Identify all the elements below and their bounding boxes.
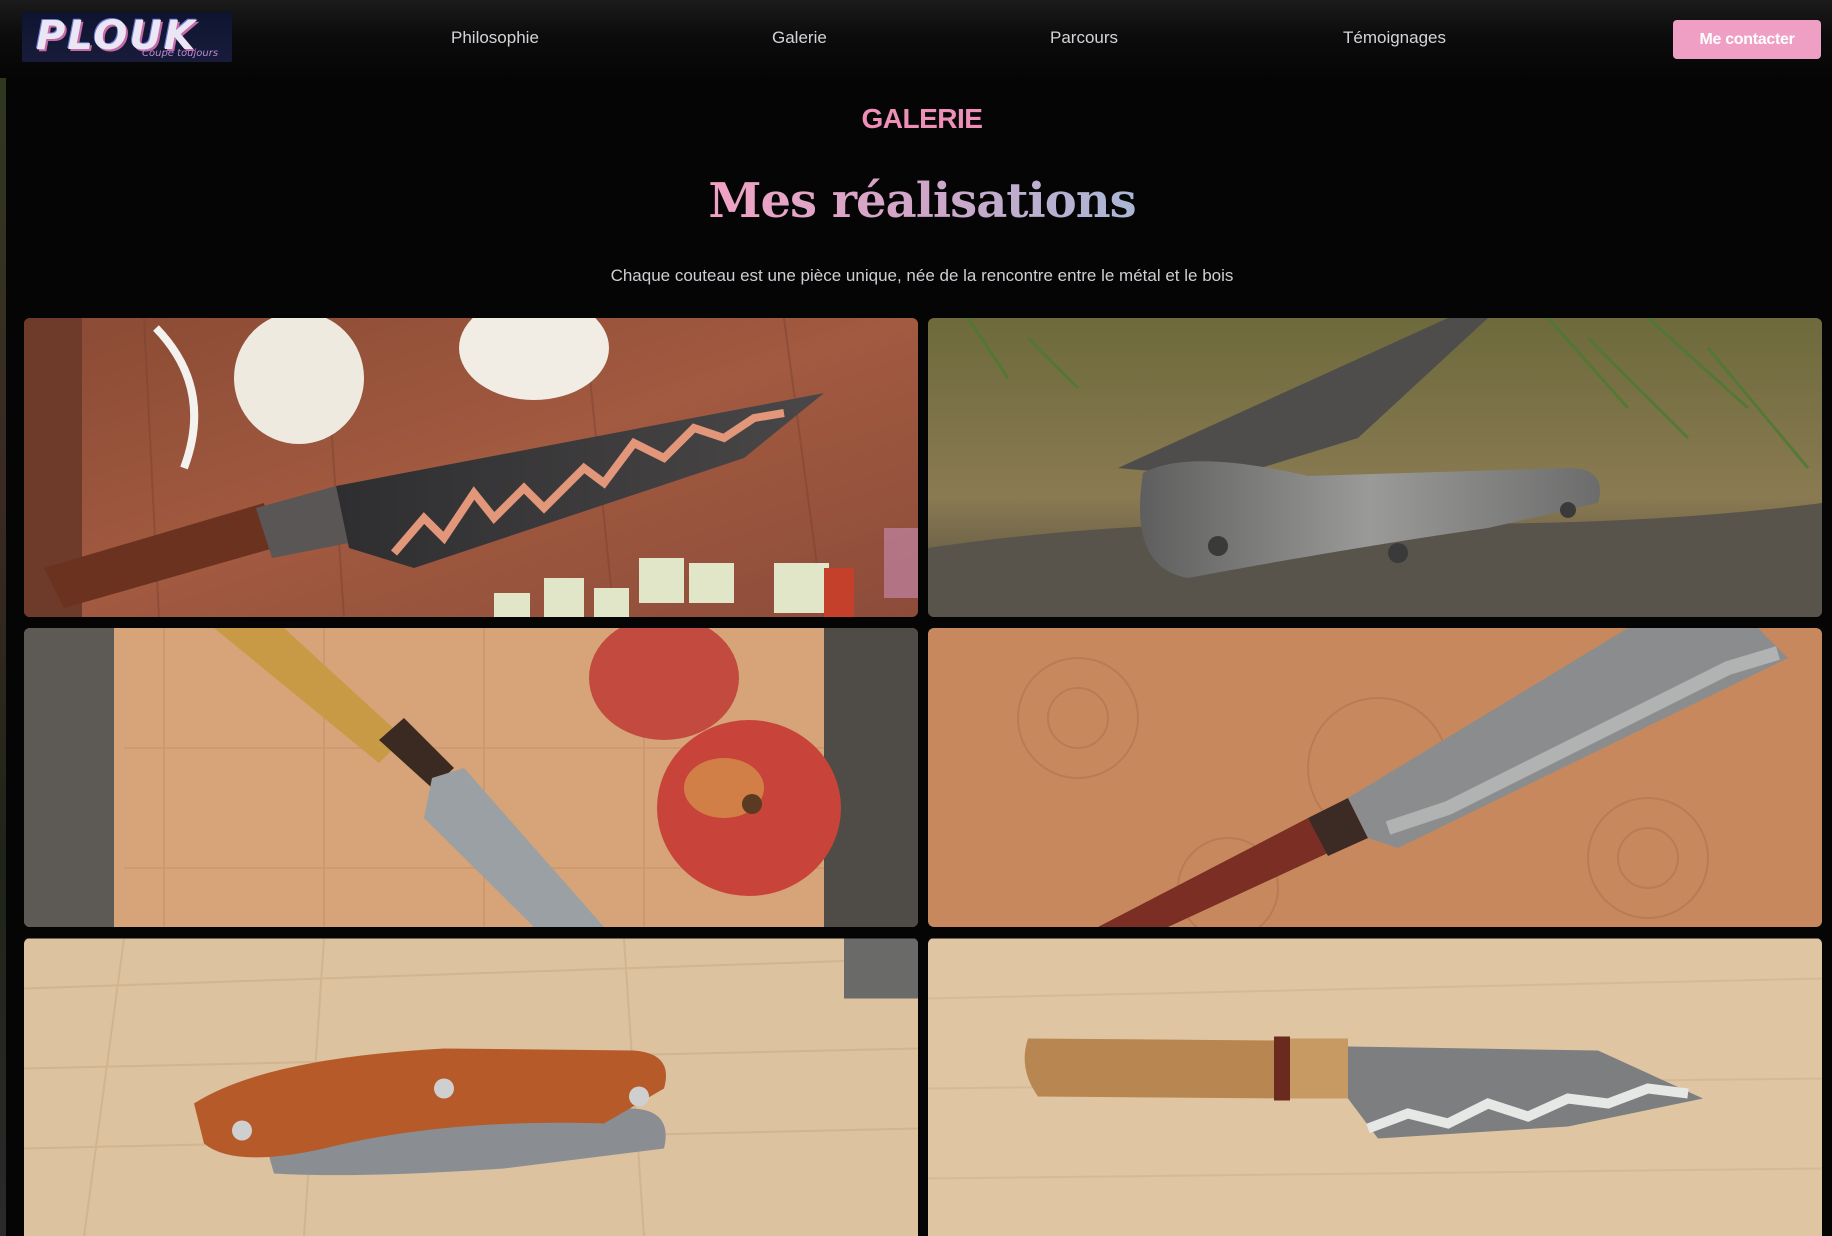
- gallery-photo-santoku-copper[interactable]: [24, 318, 918, 617]
- nav-item-philosophie[interactable]: Philosophie: [451, 28, 539, 48]
- section-subtitle: Chaque couteau est une pièce unique, née…: [610, 266, 1234, 285]
- nav-item-galerie[interactable]: Galerie: [772, 28, 827, 48]
- gallery-photo-santoku-oak[interactable]: [928, 938, 1822, 1236]
- knife-photo-image: [24, 628, 918, 927]
- gallery-photo-hammered-blade[interactable]: [928, 628, 1822, 927]
- knife-photo-image: [928, 628, 1822, 927]
- gallery-photo-folding-grey[interactable]: [928, 318, 1822, 617]
- knife-photo-image: [928, 318, 1822, 617]
- contact-button[interactable]: Me contacter: [1673, 20, 1821, 59]
- brand-tagline: Coupe toujours: [142, 48, 219, 59]
- nav-item-temoignages[interactable]: Témoignages: [1343, 28, 1446, 48]
- knife-photo-image: [24, 938, 918, 1236]
- gallery-photo-paring-apples[interactable]: [24, 628, 918, 927]
- top-navigation-bar: PLOUK Coupe toujours Philosophie Galerie…: [0, 0, 1832, 78]
- knife-photo-image: [928, 938, 1822, 1236]
- knife-photo-image: [24, 318, 918, 617]
- nav-item-parcours[interactable]: Parcours: [1050, 28, 1118, 48]
- section-eyebrow: GALERIE: [861, 103, 983, 134]
- gallery-photo-folding-olive[interactable]: [24, 938, 918, 1236]
- brand-logo[interactable]: PLOUK Coupe toujours: [22, 12, 232, 62]
- section-title: Mes réalisations: [0, 173, 1832, 229]
